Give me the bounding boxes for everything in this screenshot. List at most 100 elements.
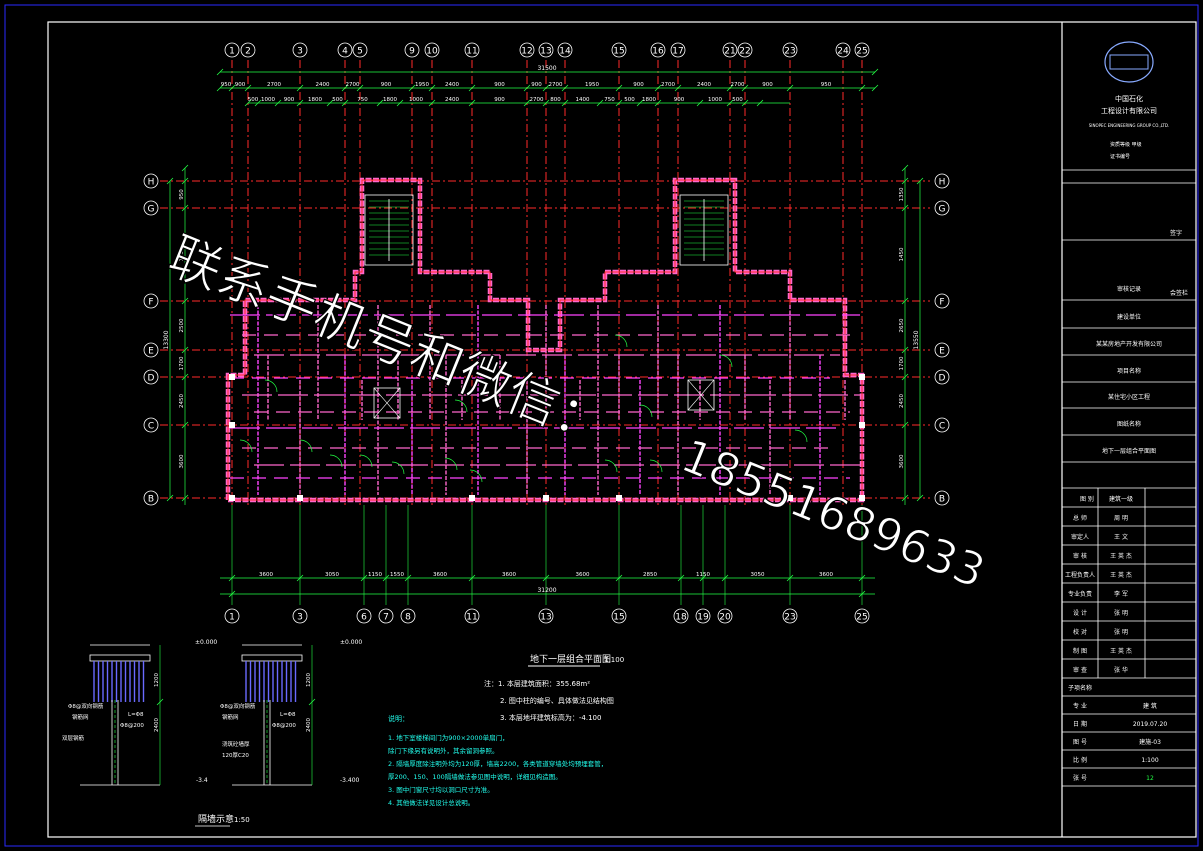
structural-column [859,495,865,501]
axis-label-top: 3 [297,47,303,57]
dim-top-row1: 900 [494,82,505,88]
cert-level: 资质等级 甲级 [1110,141,1142,148]
dim-bottom-row: 3600 [259,572,273,578]
tb-info-row: 地下一层组合平面图 [1102,447,1156,455]
axis-label-top: 22 [739,47,750,57]
dim-top-row1: 2700 [661,82,675,88]
wd-dim-1: 1200 [154,673,160,687]
dim-top-row2: 750 [604,97,615,103]
dim-left-row: 1700 [179,356,185,370]
door-swing [639,404,653,418]
axis-label-bottom: 25 [856,613,867,623]
axis-label-left: C [148,422,154,432]
instructions-title: 说明： [388,714,409,723]
tb-sig-name: 王 文 [1114,533,1128,541]
wd-label-left1: Φ8@双向钢筋 [68,702,104,710]
axis-label-left: B [148,495,154,505]
dim-left-row: 950 [179,189,185,200]
dim-top-row2: 750 [357,97,368,103]
tb-sig-name: 张 明 [1114,609,1128,617]
tb-sig-role: 审 核 [1073,552,1087,560]
dim-top-row2: 500 [332,97,343,103]
axis-label-top: 23 [784,47,795,57]
tb-sig-name: 张 明 [1114,628,1128,636]
tb-footer-label: 图 号 [1073,739,1087,746]
wall-section-b-slab [241,654,303,662]
wd-label-rebar2: 浇筑砼墙厚 [222,740,250,748]
dim-left-total: 13300 [163,330,170,349]
wall-detail-drawing: ±0.000 ±0.000 -3.4 -3.400 Φ8@双向钢筋钢筋网 L=Φ8 Φ8@2… [62,639,362,827]
wall-section-a-slab [89,654,151,662]
axis-label-bottom: 18 [675,613,687,623]
instruction-line: 3. 图中门窗尺寸均以洞口尺寸为准。 [388,785,494,794]
tb-info-row: 项目名称 [1117,367,1141,375]
axis-label-bottom: 23 [784,613,795,623]
dim-top-row1: 900 [531,82,542,88]
door-swing [444,457,458,471]
dim-bottom-row: 2850 [643,572,657,578]
tb-sig-name: 周 明 [1114,515,1128,522]
axis-label-top: 4 [342,47,348,57]
dim-top-row1: 900 [633,82,644,88]
tb-sig-name: 王 英 杰 [1110,571,1132,579]
door-swing [614,334,628,348]
wd-label-rebar3: 120厚C20 [222,752,249,759]
structural-column [543,495,549,501]
tb-sig-name: 张 华 [1114,666,1128,674]
axis-label-bottom: 8 [405,613,411,623]
axis-label-right: C [939,422,945,432]
tb-footer-value: 建 筑 [1143,702,1157,710]
tb-info-row: 某某房地产开发有限公司 [1096,340,1162,348]
axis-label-top: 5 [357,47,363,57]
building-outline [225,177,865,503]
plan-scale: 1:100 [604,656,624,664]
instruction-line: 除门下缘另有说明外，其余留洞参照。 [388,746,499,755]
dim-bottom-row: 1150 [368,572,382,578]
wall-detail-scale: 1:50 [234,816,250,824]
dim-right-row: 1450 [899,247,905,261]
tb-sig-role: 审 查 [1073,666,1087,674]
axis-label-left: E [148,347,154,357]
axis-label-bottom: 1 [229,613,235,623]
dim-top-row1: 2700 [549,82,563,88]
tb-footer-value: 1:100 [1141,757,1158,764]
company-logo-mark [1109,54,1149,70]
axis-label-top: 25 [856,47,867,57]
dim-top-row2: 900 [494,97,505,103]
tb-sig-name: 王 英 杰 [1110,552,1132,560]
dim-bottom-row: 3050 [751,572,765,578]
title-block: 中国石化工程设计有限公司 SINOPEC ENGINEERING GROUP CO… [1062,41,1196,787]
tb-sig-name: 王 英 杰 [1110,647,1132,655]
structural-column [859,422,865,428]
tb-info-row: 建设单位 [1117,313,1141,321]
dim-bottom-row: 3050 [325,572,339,578]
dim-top-row2: 500 [624,97,635,103]
axis-label-top: 9 [409,47,415,57]
dimension-labels: 31500950 900 2700 2400 2700 900 1950 2400 900 900… [163,65,920,594]
axis-label-top: 15 [613,47,624,57]
tb-footer-label: 子项名称 [1068,684,1092,692]
cad-drawing-canvas[interactable]: 1 2 3 4 5 9 10 11 12 13 14 15 16 17 21 22 23 24 251 3 6 7 8 11 1… [0,0,1203,851]
axis-label-top: 1 [229,47,235,57]
room-partitions [229,194,865,501]
axis-label-top: 12 [521,47,532,57]
dim-top-row1: 2400 [445,82,459,88]
door-swing [299,439,313,453]
structural-column [469,495,475,501]
dim-top-row2: 1000 [261,97,275,103]
axis-label-right: D [939,374,946,384]
dim-top-row1: 900 [762,82,773,88]
dim-top-row2: 1400 [576,97,590,103]
wd-dim-2: 2400 [154,718,160,732]
dim-top-row1: 2700 [731,82,745,88]
axis-label-right: F [939,298,944,308]
axis-label-left: F [148,298,153,308]
dim-left-row: 1350 [179,247,185,261]
dim-top-row2: 500 [732,97,743,103]
tb-sig-role: 总 师 [1073,514,1087,522]
instructions-list: 1. 地下室楼梯间门为900×2000单扇门， 除门下缘另有说明外，其余留洞参照… [388,733,607,807]
dim-bottom-row: 1150 [696,572,710,578]
tb-sig-role: 工程负责人 [1065,571,1095,579]
tb-footer-value: 2019.07.20 [1133,721,1168,728]
axis-label-right: G [939,205,946,215]
